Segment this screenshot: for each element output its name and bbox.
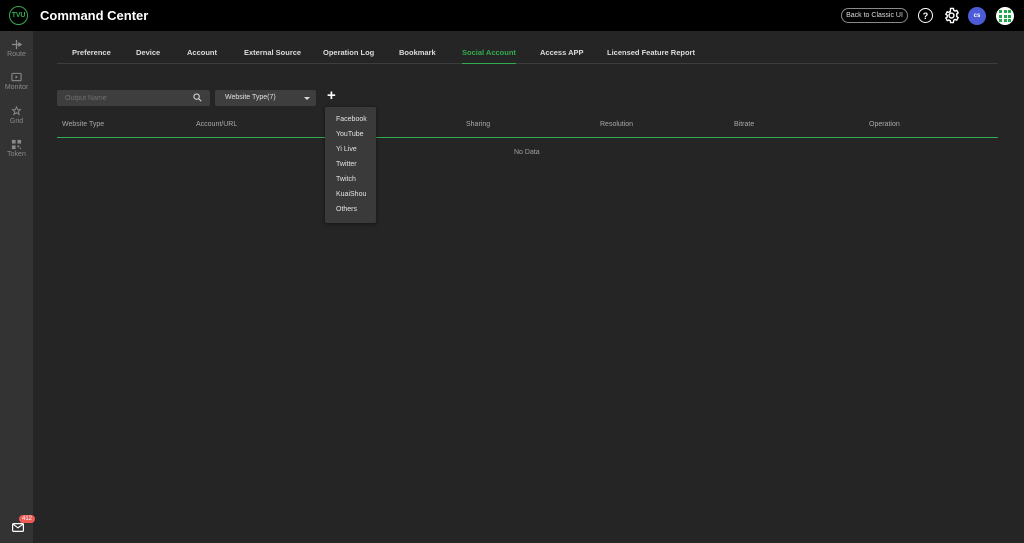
website-type-label: Website Type(7) [225,94,276,101]
grid-icon [11,106,22,116]
dropdown-option-others[interactable]: Others [336,206,357,213]
user-avatar[interactable]: cs [968,7,986,25]
empty-table-message: No Data [514,149,540,156]
route-icon [11,39,22,50]
sidebar-item-grid[interactable]: Grid [0,104,33,134]
apps-grid-icon[interactable] [996,7,1014,25]
settings-tabs: Preference Device Account External Sourc… [57,44,998,64]
gear-icon[interactable] [943,7,960,24]
sidebar-item-token[interactable]: Token [0,137,33,167]
monitor-icon [11,72,22,82]
sidebar-item-label: Monitor [4,84,29,91]
column-header-sharing: Sharing [466,121,491,128]
mail-icon[interactable] [12,523,24,532]
column-header-operation: Operation [869,121,900,128]
left-sidebar: Route Monitor Grid Token [0,31,33,543]
tab-social-account[interactable]: Social Account [462,48,516,64]
search-icon[interactable] [193,93,202,102]
tab-operation-log[interactable]: Operation Log [323,48,374,64]
back-to-classic-button[interactable]: Back to Classic UI [841,8,908,23]
tab-licensed-feature-report[interactable]: Licensed Feature Report [607,48,695,64]
dropdown-option-yi-live[interactable]: Yi Live [336,146,357,153]
column-header-account-url: Account/URL [196,121,238,128]
sidebar-item-label: Token [7,151,26,158]
column-header-resolution: Resolution [600,121,634,128]
sidebar-item-route[interactable]: Route [0,37,33,67]
dropdown-option-twitter[interactable]: Twitter [336,161,357,168]
dropdown-option-kuaishou[interactable]: KuaiShou [336,191,366,198]
website-type-select[interactable]: Website Type(7) [215,90,316,106]
app-title: Command Center [40,8,149,23]
sidebar-item-label: Route [7,51,26,58]
qr-token-icon [11,139,22,150]
tab-access-app[interactable]: Access APP [540,48,584,64]
caret-down-icon [304,97,310,100]
website-type-dropdown-menu: Facebook YouTube Yi Live Twitter Twitch … [325,107,376,223]
tab-bookmark[interactable]: Bookmark [399,48,436,64]
mail-count-badge: 412 [19,515,36,523]
tab-device[interactable]: Device [136,48,160,64]
table-header-divider [57,137,998,138]
sidebar-item-label: Grid [9,118,24,125]
help-icon[interactable]: ? [918,8,933,23]
dropdown-option-twitch[interactable]: Twitch [336,176,356,183]
column-header-website-type: Website Type [62,121,105,128]
tvu-logo: TVU [9,6,28,25]
search-box [57,90,210,106]
tab-external-source[interactable]: External Source [244,48,301,64]
column-header-bitrate: Bitrate [734,121,755,128]
dropdown-option-youtube[interactable]: YouTube [336,131,364,138]
sidebar-item-monitor[interactable]: Monitor [0,70,33,100]
dropdown-option-facebook[interactable]: Facebook [336,116,367,123]
tab-preference[interactable]: Preference [72,48,111,64]
top-header: TVU Command Center Back to Classic UI ? … [0,0,1024,31]
output-name-search-input[interactable] [57,90,187,106]
add-account-button[interactable]: + [327,88,339,103]
tab-account[interactable]: Account [187,48,217,64]
